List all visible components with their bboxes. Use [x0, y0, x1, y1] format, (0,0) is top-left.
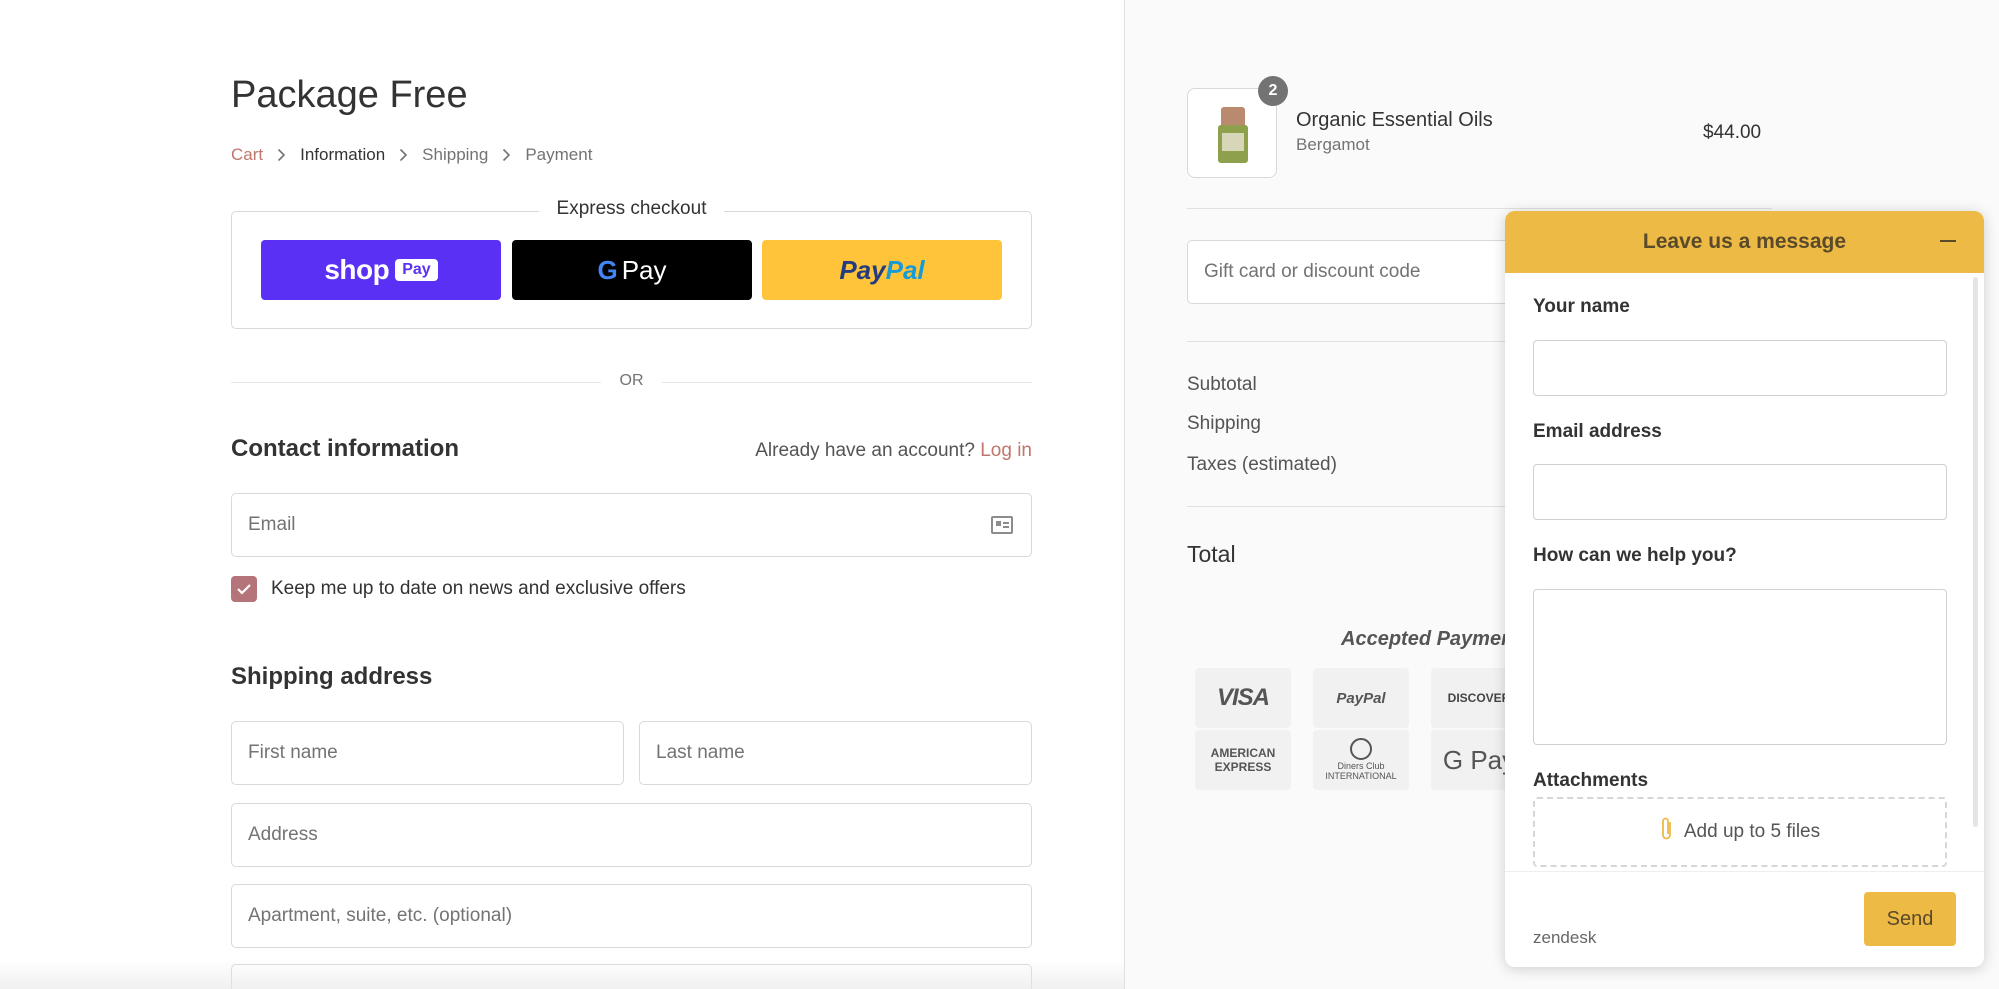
apartment-input[interactable]: [232, 885, 1031, 947]
shipping-label: Shipping: [1187, 413, 1261, 434]
product-name: Organic Essential Oils: [1296, 109, 1493, 131]
widget-title: Leave us a message: [1642, 230, 1847, 253]
paypal-logo: PayPal: [839, 254, 925, 285]
visa-logo: VISA: [1195, 668, 1291, 728]
widget-scrollbar[interactable]: [1973, 277, 1978, 827]
quantity-badge: 2: [1258, 76, 1288, 106]
last-name-input[interactable]: [640, 722, 1031, 784]
chevron-right-icon: [399, 148, 408, 162]
diners-club-logo: Diners Club INTERNATIONAL: [1313, 730, 1409, 790]
checkmark-icon: [237, 584, 251, 595]
email-label: Email address: [1533, 421, 1662, 442]
apartment-field[interactable]: [231, 884, 1032, 948]
name-label: Your name: [1533, 296, 1630, 317]
zendesk-widget: Leave us a message Your name Email addre…: [1505, 211, 1984, 967]
breadcrumb-cart[interactable]: Cart: [231, 145, 263, 165]
paperclip-icon: [1660, 816, 1674, 849]
breadcrumb: Cart Information Shipping Payment: [231, 145, 592, 165]
minimize-icon[interactable]: [1936, 229, 1960, 253]
send-button[interactable]: Send: [1864, 892, 1956, 946]
contact-heading: Contact information: [231, 435, 459, 462]
attachments-dropzone[interactable]: Add up to 5 files: [1533, 797, 1947, 867]
product-price: $44.00: [1703, 122, 1762, 143]
google-g-icon: G: [597, 254, 618, 285]
name-input[interactable]: [1533, 340, 1947, 396]
address-input[interactable]: [232, 804, 1031, 866]
breadcrumb-shipping: Shipping: [422, 145, 489, 164]
help-label: How can we help you?: [1533, 545, 1737, 566]
shipping-heading: Shipping address: [231, 663, 433, 690]
contact-card-icon: [991, 516, 1013, 534]
address-field[interactable]: [231, 803, 1032, 867]
chevron-right-icon: [502, 148, 511, 162]
google-pay-word: Pay: [621, 254, 667, 285]
amex-logo: AMERICAN EXPRESS: [1195, 730, 1291, 790]
chevron-right-icon: [277, 148, 286, 162]
message-textarea[interactable]: [1533, 589, 1947, 745]
widget-email-input[interactable]: [1533, 464, 1947, 520]
shop-pay-word: shop: [324, 254, 390, 285]
total-label: Total: [1187, 541, 1236, 567]
shop-title: Package Free: [231, 74, 468, 116]
or-text: OR: [619, 372, 644, 389]
google-pay-button[interactable]: G Pay: [512, 240, 752, 300]
paypal-logo: PayPal: [1313, 668, 1409, 728]
attachments-label: Attachments: [1533, 770, 1649, 791]
first-name-input[interactable]: [232, 722, 623, 784]
breadcrumb-information: Information: [300, 145, 386, 164]
express-checkout: Express checkout shop Pay G Pay PayPal: [231, 198, 1032, 329]
summary-divider: [1187, 208, 1772, 209]
account-prompt: Already have an account? Log in: [755, 440, 1032, 462]
or-divider: OR: [231, 370, 1032, 394]
oil-bottle-image: [1218, 107, 1248, 163]
accepted-payments-title: Accepted Paymen: [1341, 628, 1514, 650]
email-field[interactable]: [231, 493, 1032, 557]
shop-pay-pill: Pay: [395, 259, 438, 281]
breadcrumb-payment: Payment: [525, 145, 593, 164]
account-prompt-text: Already have an account?: [755, 440, 975, 461]
newsletter-row: Keep me up to date on news and exclusive…: [231, 576, 686, 602]
login-link[interactable]: Log in: [980, 440, 1032, 461]
zendesk-logo: zendesk: [1533, 928, 1597, 947]
product-variant: Bergamot: [1296, 135, 1370, 154]
taxes-label: Taxes (estimated): [1187, 454, 1337, 475]
attach-text: Add up to 5 files: [1683, 821, 1821, 842]
paypal-button[interactable]: PayPal: [762, 240, 1002, 300]
first-name-field[interactable]: [231, 721, 624, 785]
last-name-field[interactable]: [639, 721, 1032, 785]
newsletter-label: Keep me up to date on news and exclusive…: [271, 578, 686, 599]
subtotal-label: Subtotal: [1187, 374, 1257, 395]
widget-header: Leave us a message: [1505, 211, 1984, 273]
shop-pay-button[interactable]: shop Pay: [261, 240, 501, 300]
email-input[interactable]: [232, 494, 1031, 556]
checkout-main: Package Free Cart Information Shipping P…: [0, 0, 1124, 989]
express-checkout-title: Express checkout: [538, 198, 725, 219]
newsletter-checkbox[interactable]: [231, 576, 257, 602]
